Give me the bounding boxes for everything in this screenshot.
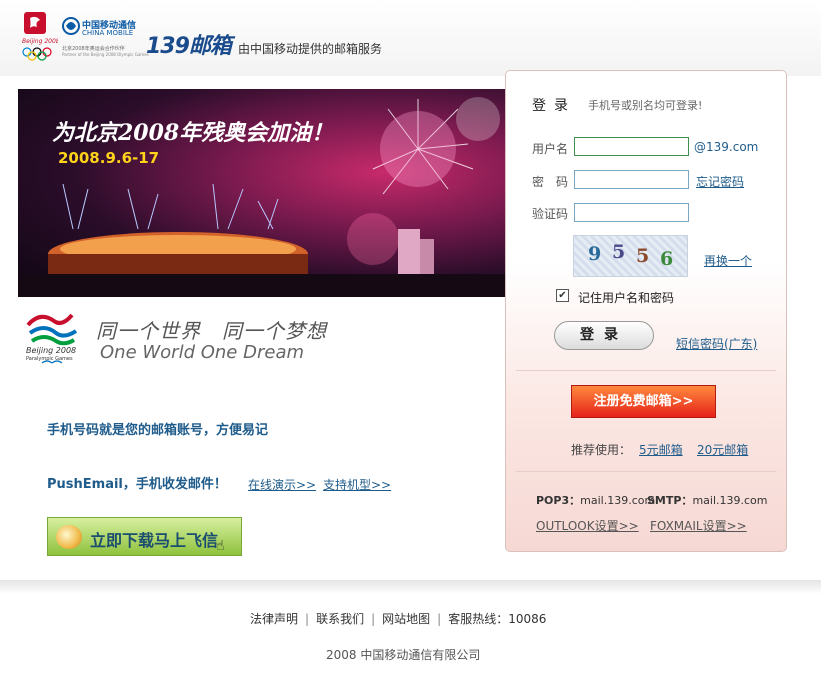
login-panel: 登录 手机号或别名均可登录! 用户名 @139.com 密 码 忘记密码 验证码… [505, 70, 787, 552]
password-label: 密 码 [532, 175, 569, 189]
divider [516, 471, 776, 472]
recommend-label: 推荐使用： [571, 443, 632, 457]
header-tagline: 由中国移动提供的邮箱服务 [238, 42, 383, 56]
svg-text:Beijing 2008: Beijing 2008 [22, 38, 58, 45]
brand-139-logo: 139邮箱 [146, 34, 232, 59]
forgot-password-link[interactable]: 忘记密码 [696, 173, 744, 190]
supported-models-link[interactable]: 支持机型>> [323, 476, 391, 493]
sitemap-link[interactable]: 网站地图 [382, 612, 430, 626]
download-fetion-button[interactable]: 立即下载马上飞信 ☝ [47, 517, 242, 556]
divider [516, 370, 776, 371]
captcha-input[interactable] [574, 203, 689, 222]
pop3-value: mail.139.com [580, 494, 656, 507]
captcha-char: 9 [588, 243, 602, 265]
remember-label: 记住用户名和密码 [578, 291, 675, 305]
login-button[interactable]: 登录 [554, 321, 654, 350]
svg-text:Beijing 2008: Beijing 2008 [26, 346, 76, 355]
username-input[interactable] [574, 137, 689, 156]
hand-cursor-icon: ☝ [216, 538, 225, 554]
username-label: 用户名 [532, 142, 569, 156]
smtp-label: SMTP： [647, 494, 693, 507]
smtp-info: SMTP：mail.139.com [647, 492, 768, 508]
legal-link[interactable]: 法律声明 [250, 612, 298, 626]
outlook-settings-link[interactable]: OUTLOOK设置>> [536, 517, 639, 534]
footer-separator: | [371, 612, 376, 626]
password-input[interactable] [574, 170, 689, 189]
banner-date: 2008.9.6-17 [58, 149, 160, 167]
plan-20-yuan-link[interactable]: 20元邮箱 [697, 441, 748, 458]
banner-title: 为北京2008年残奥会加油！ [52, 120, 334, 146]
slogan-en: One World One Dream [100, 342, 305, 363]
captcha-label: 验证码 [532, 207, 569, 221]
domain-suffix: @139.com [694, 140, 759, 154]
olympic-partner-text: 北京2008年奥运会合作伙伴 [62, 46, 125, 52]
captcha-char: 6 [660, 248, 674, 270]
captcha-image: 9 5 5 6 [573, 235, 688, 277]
pop3-info: POP3：mail.139.com [536, 492, 655, 508]
contact-link[interactable]: 联系我们 [316, 612, 364, 626]
paralympic-banner: 为北京2008年残奥会加油！ 2008.9.6-17 [18, 89, 505, 297]
smtp-value: mail.139.com [692, 494, 768, 507]
footer-separator: | [437, 612, 442, 626]
footer-links: 法律声明 | 联系我们 | 网站地图 | 客服热线：10086 [250, 610, 546, 627]
online-demo-link[interactable]: 在线演示>> [248, 476, 316, 493]
footer-separator: | [305, 612, 310, 626]
remember-checkbox[interactable]: ✔ [556, 289, 569, 302]
beijing-olympic-logo: Beijing 2008 [22, 12, 58, 61]
slogan-cn: 同一个世界 同一个梦想 [96, 319, 327, 343]
captcha-char: 5 [636, 245, 650, 267]
footer-divider [0, 580, 821, 594]
pop3-label: POP3： [536, 494, 581, 507]
register-free-mailbox-button[interactable]: 注册免费邮箱>> [571, 385, 716, 418]
promo-pushemail: PushEmail，手机收发邮件！ [47, 477, 227, 492]
fetion-icon [56, 525, 82, 549]
china-mobile-en: CHINA MOBILE [82, 29, 134, 37]
captcha-char: 5 [612, 241, 626, 263]
china-mobile-icon [62, 17, 80, 35]
header: Beijing 2008 中国移动通信 CHINA MOBILE 北京2008年… [0, 0, 821, 76]
beijing-paralympic-logo: Beijing 2008 Paralympic Games [26, 313, 78, 364]
download-fetion-label: 立即下载马上飞信 [90, 531, 219, 550]
login-title: 登录 [532, 98, 576, 114]
promo-phone-account: 手机号码就是您的邮箱账号，方便易记 [47, 423, 269, 438]
refresh-captcha-link[interactable]: 再换一个 [704, 252, 752, 269]
olympic-partner-text-en: Partner of the Beijing 2008 Olympic Game… [62, 52, 149, 57]
plan-5-yuan-link[interactable]: 5元邮箱 [639, 441, 683, 458]
sms-password-link[interactable]: 短信密码(广东) [676, 335, 757, 352]
login-hint: 手机号或别名均可登录! [588, 99, 703, 112]
copyright-text: 2008 中国移动通信有限公司 [326, 648, 481, 662]
hotline-text: 客服热线：10086 [448, 612, 547, 626]
foxmail-settings-link[interactable]: FOXMAIL设置>> [650, 517, 747, 534]
china-mobile-logo: 中国移动通信 CHINA MOBILE 北京2008年奥运会合作伙伴 Partn… [62, 16, 149, 64]
